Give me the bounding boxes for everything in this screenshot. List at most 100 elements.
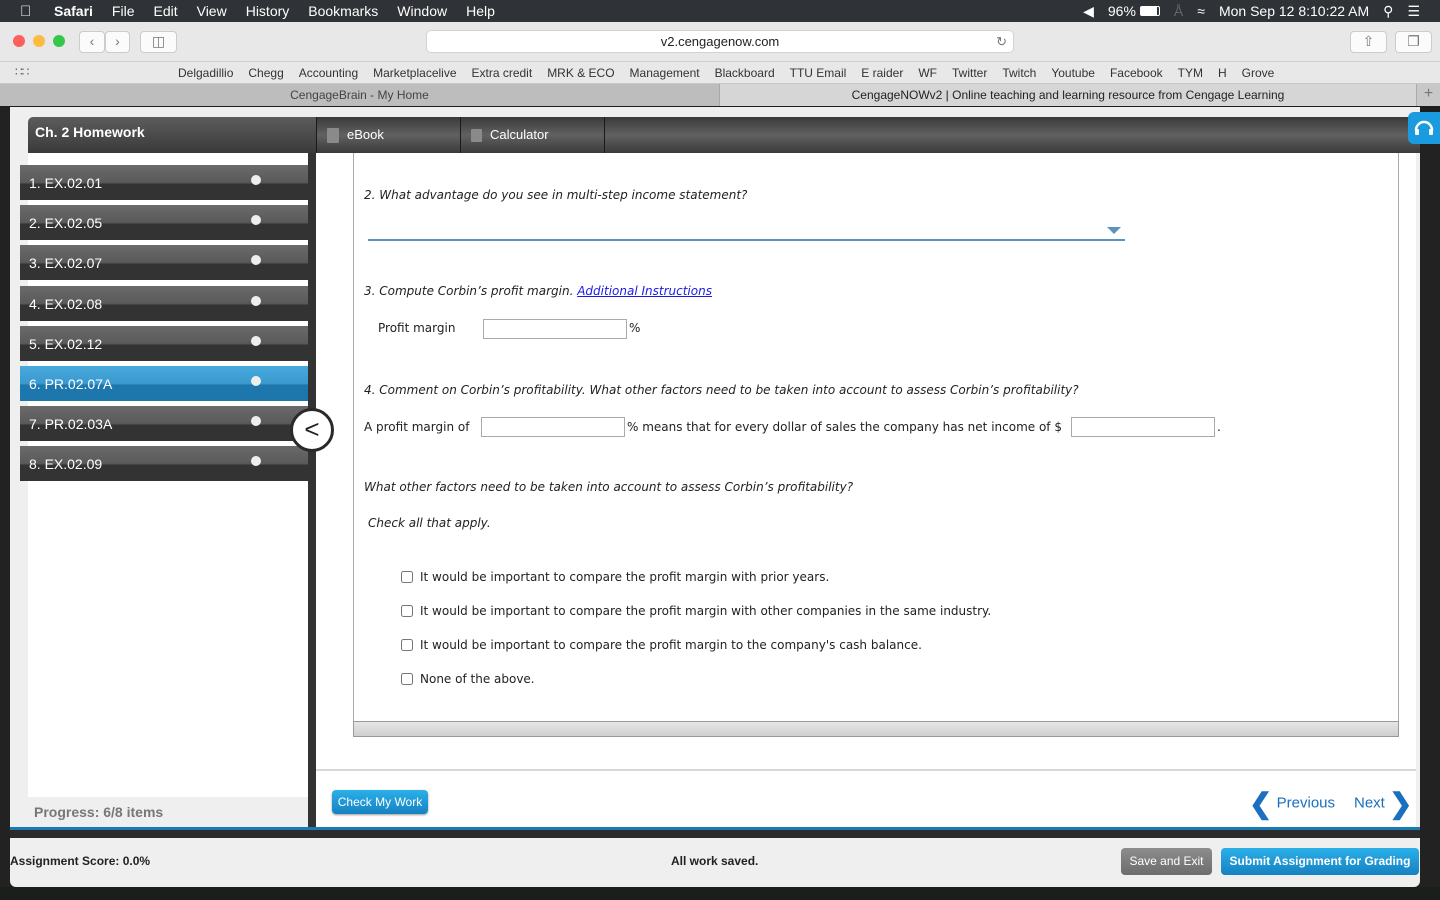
bookmark-item[interactable]: Chegg [248, 66, 283, 80]
factor-option-label[interactable]: It would be important to compare the pro… [420, 604, 991, 618]
bookmark-item[interactable]: Facebook [1110, 66, 1163, 80]
question-list-item[interactable]: 1. EX.02.01 [20, 165, 308, 200]
factor-option-label[interactable]: It would be important to compare the pro… [420, 638, 922, 652]
bookmark-item[interactable]: Grove [1242, 66, 1275, 80]
clock[interactable]: Mon Sep 12 8:10:22 AM [1219, 3, 1369, 19]
horizontal-scrollbar[interactable] [353, 721, 1399, 737]
zoom-window-button[interactable] [53, 35, 65, 47]
battery-percent[interactable]: 96% [1108, 3, 1136, 19]
ebook-button[interactable]: eBook [316, 117, 461, 153]
question-list-item[interactable]: 3. EX.02.07 [20, 245, 308, 280]
volume-icon[interactable]: ◀ [1083, 3, 1094, 20]
status-dot-icon [251, 336, 261, 346]
tab-cengagebrain[interactable]: CengageBrain - My Home [0, 84, 720, 106]
menu-bookmarks[interactable]: Bookmarks [308, 3, 378, 19]
safari-toolbar: ‹ › ◫ v2.cengagenow.com ↻ ⇧ ❐ [0, 22, 1440, 62]
apple-icon[interactable]:  [20, 3, 40, 20]
status-dot-icon [251, 296, 261, 306]
factor-option-label[interactable]: None of the above. [420, 672, 535, 686]
calculator-button[interactable]: Calculator [460, 117, 605, 153]
additional-instructions-link[interactable]: Additional Instructions [577, 284, 712, 298]
bookmark-item[interactable]: H [1218, 66, 1227, 80]
tab-cengagenow[interactable]: CengageNOWv2 | Online teaching and learn… [720, 84, 1416, 106]
check-my-work-button[interactable]: Check My Work [332, 790, 428, 814]
question-list-item[interactable]: 8. EX.02.09 [20, 446, 308, 481]
bookmark-item[interactable]: Twitter [952, 66, 987, 80]
bookmark-item[interactable]: E raider [861, 66, 903, 80]
bookmark-item[interactable]: TTU Email [790, 66, 847, 80]
menu-file[interactable]: File [112, 3, 135, 19]
bookmark-item[interactable]: Marketplacelive [373, 66, 456, 80]
progress-text: Progress: 6/8 items [34, 804, 164, 820]
factor-checkbox[interactable] [401, 673, 413, 685]
next-button[interactable]: Next ❯ [1354, 787, 1412, 820]
multi-step-advantage-dropdown[interactable] [368, 222, 1125, 241]
bookmark-item[interactable]: Twitch [1002, 66, 1036, 80]
close-window-button[interactable] [13, 35, 25, 47]
factor-checkbox[interactable] [401, 605, 413, 617]
new-tab-button[interactable]: + [1416, 84, 1440, 106]
address-bar[interactable]: v2.cengagenow.com ↻ [426, 30, 1014, 53]
factor-checkbox[interactable] [401, 571, 413, 583]
menu-help[interactable]: Help [466, 3, 495, 19]
next-label: Next [1354, 794, 1385, 812]
profit-margin-percent-input[interactable] [481, 417, 625, 437]
sentence-part-b: % means that for every dollar of sales t… [627, 420, 1062, 434]
status-dot-icon [251, 376, 261, 386]
factor-option-label[interactable]: It would be important to compare the pro… [420, 570, 829, 584]
minimize-window-button[interactable] [33, 35, 45, 47]
question-list-item[interactable]: 2. EX.02.05 [20, 205, 308, 240]
save-and-exit-button[interactable]: Save and Exit [1121, 848, 1212, 875]
bookmark-item[interactable]: WF [918, 66, 937, 80]
share-icon[interactable]: ⇧ [1350, 31, 1387, 53]
menu-history[interactable]: History [246, 3, 290, 19]
bookmark-item[interactable]: Extra credit [472, 66, 533, 80]
sidebar-toggle-icon[interactable]: ◫ [140, 31, 177, 53]
status-dot-icon [251, 175, 261, 185]
menu-view[interactable]: View [197, 3, 227, 19]
sentence-end: . [1217, 420, 1221, 434]
bluetooth-icon[interactable]: Å [1174, 3, 1183, 19]
top-sites-icon[interactable]: ∷∷ [15, 65, 29, 79]
forward-button[interactable]: › [105, 31, 130, 53]
chevron-right-icon: ❯ [1389, 788, 1413, 819]
bookmark-item[interactable]: Accounting [299, 66, 358, 80]
status-dot-icon [251, 416, 261, 426]
bookmark-item[interactable]: Delgadillio [178, 66, 233, 80]
collapse-sidebar-button[interactable]: < [290, 408, 334, 452]
bookmark-item[interactable]: MRK & ECO [547, 66, 614, 80]
previous-button[interactable]: ❮ Previous [1249, 787, 1335, 820]
menu-edit[interactable]: Edit [153, 3, 177, 19]
notification-center-icon[interactable]: ☰ [1407, 3, 1420, 20]
menu-safari[interactable]: Safari [54, 3, 93, 19]
submit-assignment-button[interactable]: Submit Assignment for Grading [1221, 848, 1419, 875]
tabs-overview-icon[interactable]: ❐ [1395, 31, 1432, 53]
factor-checkbox[interactable] [401, 639, 413, 651]
spotlight-icon[interactable]: ⚲ [1383, 3, 1393, 20]
battery-icon[interactable] [1139, 6, 1160, 16]
menu-window[interactable]: Window [397, 3, 447, 19]
question-list-item[interactable]: 6. PR.02.07A [20, 366, 308, 401]
sidebar-divider [308, 153, 316, 827]
question-list-item[interactable]: 7. PR.02.03A [20, 406, 308, 441]
bookmark-item[interactable]: Blackboard [715, 66, 775, 80]
question-item-label: 6. PR.02.07A [29, 376, 113, 392]
divider-band [10, 830, 1420, 838]
question-list-item[interactable]: 4. EX.02.08 [20, 286, 308, 321]
question-item-label: 4. EX.02.08 [29, 296, 103, 312]
question-item-label: 2. EX.02.05 [29, 215, 103, 231]
status-dot-icon [251, 255, 261, 265]
wifi-icon[interactable]: ≈ [1197, 3, 1205, 19]
question-item-label: 1. EX.02.01 [29, 175, 103, 191]
reload-icon[interactable]: ↻ [996, 31, 1007, 52]
question-list-item[interactable]: 5. EX.02.12 [20, 326, 308, 361]
book-icon [327, 128, 339, 144]
chevron-left-icon: < [304, 414, 320, 444]
bookmark-item[interactable]: Youtube [1051, 66, 1095, 80]
support-headset-icon[interactable] [1408, 112, 1440, 144]
back-button[interactable]: ‹ [79, 31, 105, 53]
bookmark-item[interactable]: Management [630, 66, 700, 80]
profit-margin-input[interactable] [483, 319, 627, 339]
net-income-per-dollar-input[interactable] [1071, 417, 1215, 437]
bookmark-item[interactable]: TYM [1178, 66, 1203, 80]
